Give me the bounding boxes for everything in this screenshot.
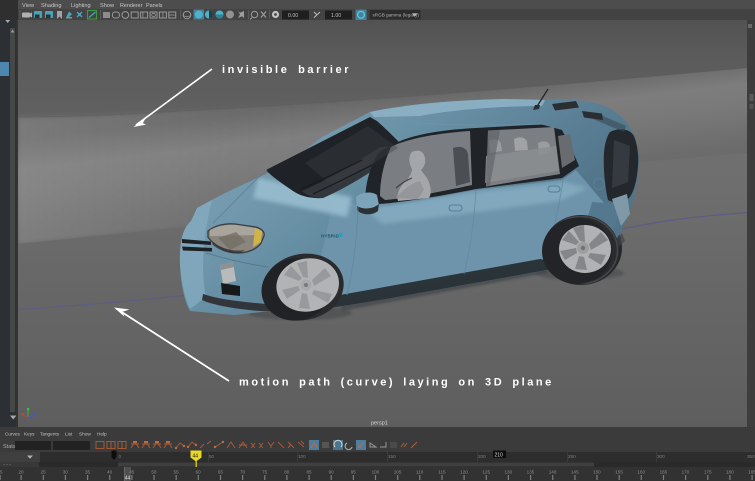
svg-text:130: 130 bbox=[504, 470, 512, 475]
svg-text:Show: Show bbox=[100, 3, 115, 9]
svg-text:1.00: 1.00 bbox=[331, 13, 341, 19]
svg-text:185: 185 bbox=[748, 470, 755, 475]
svg-text:125: 125 bbox=[482, 470, 490, 475]
svg-text:Shading: Shading bbox=[41, 3, 62, 9]
svg-text:60: 60 bbox=[196, 470, 202, 475]
svg-text:15: 15 bbox=[0, 470, 3, 475]
svg-text:120: 120 bbox=[460, 470, 468, 475]
svg-text:350: 350 bbox=[747, 454, 755, 459]
svg-text:50: 50 bbox=[151, 470, 157, 475]
svg-text:0: 0 bbox=[119, 454, 122, 459]
svg-text:70: 70 bbox=[240, 470, 246, 475]
svg-text:180: 180 bbox=[726, 470, 734, 475]
svg-text:300: 300 bbox=[657, 454, 665, 459]
svg-text:Panels: Panels bbox=[146, 3, 163, 9]
svg-text:210: 210 bbox=[495, 453, 504, 459]
svg-text:Lighting: Lighting bbox=[71, 3, 91, 9]
svg-text:50: 50 bbox=[209, 454, 215, 459]
svg-text:65: 65 bbox=[218, 470, 224, 475]
svg-text:170: 170 bbox=[682, 470, 690, 475]
svg-text:44: 44 bbox=[193, 454, 199, 460]
svg-text:100: 100 bbox=[372, 470, 380, 475]
svg-text:persp1: persp1 bbox=[371, 421, 388, 427]
svg-text:155: 155 bbox=[615, 470, 623, 475]
svg-text:90: 90 bbox=[329, 470, 335, 475]
svg-text:Help: Help bbox=[97, 432, 107, 437]
svg-text:35: 35 bbox=[85, 470, 91, 475]
svg-text:HYBRID: HYBRID bbox=[321, 234, 339, 239]
svg-text:175: 175 bbox=[704, 470, 712, 475]
svg-text:85: 85 bbox=[306, 470, 312, 475]
svg-text:75: 75 bbox=[262, 470, 268, 475]
svg-text:Tangents: Tangents bbox=[40, 432, 60, 437]
svg-text:115: 115 bbox=[438, 470, 446, 475]
svg-text:View: View bbox=[22, 3, 35, 9]
svg-text:80: 80 bbox=[284, 470, 290, 475]
svg-text:95: 95 bbox=[351, 470, 357, 475]
svg-text:Renderer: Renderer bbox=[120, 3, 143, 9]
svg-text:40: 40 bbox=[107, 470, 113, 475]
svg-text:Curves: Curves bbox=[5, 432, 21, 437]
svg-text:145: 145 bbox=[571, 470, 579, 475]
svg-text:150: 150 bbox=[593, 470, 601, 475]
svg-text:invisible barrier: invisible barrier bbox=[222, 64, 351, 76]
svg-text:150: 150 bbox=[388, 454, 396, 459]
svg-text:140: 140 bbox=[549, 470, 557, 475]
svg-text:0.00: 0.00 bbox=[288, 13, 298, 19]
svg-text:250: 250 bbox=[568, 454, 576, 459]
svg-text:45: 45 bbox=[129, 470, 135, 475]
svg-text:135: 135 bbox=[527, 470, 535, 475]
svg-text:Keys: Keys bbox=[24, 432, 35, 437]
svg-text:100: 100 bbox=[298, 454, 306, 459]
svg-text:20: 20 bbox=[18, 470, 24, 475]
svg-text:160: 160 bbox=[637, 470, 645, 475]
svg-text:44: 44 bbox=[125, 476, 131, 481]
svg-text:Show: Show bbox=[79, 432, 91, 437]
svg-text:200: 200 bbox=[478, 454, 486, 459]
svg-text:165: 165 bbox=[660, 470, 668, 475]
svg-text:110: 110 bbox=[416, 470, 424, 475]
svg-text:List: List bbox=[65, 432, 73, 437]
svg-text:30: 30 bbox=[63, 470, 69, 475]
svg-text:105: 105 bbox=[394, 470, 402, 475]
svg-text:motion path (curve) laying on: motion path (curve) laying on 3D plane bbox=[239, 377, 554, 389]
svg-text:25: 25 bbox=[41, 470, 47, 475]
svg-text:Stats: Stats bbox=[3, 444, 16, 450]
svg-text:55: 55 bbox=[174, 470, 180, 475]
